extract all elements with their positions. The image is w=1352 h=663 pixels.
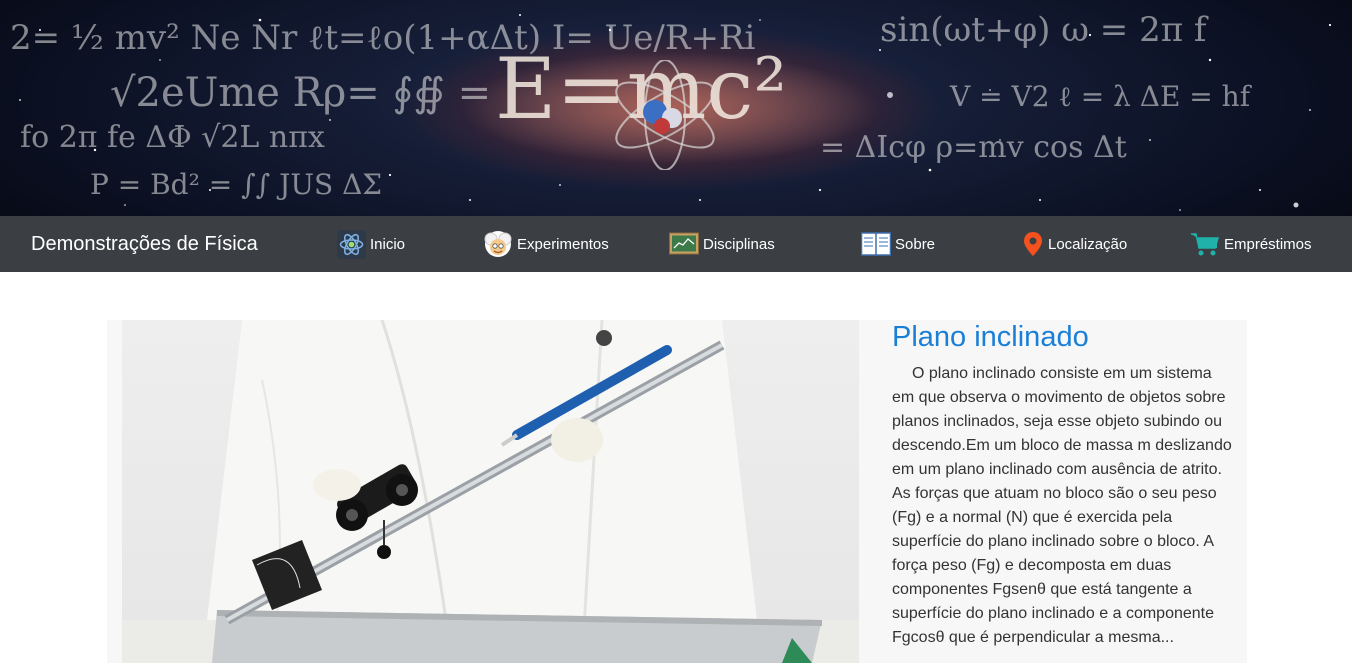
scientist-icon (483, 230, 513, 258)
nav-item-label: Localização (1048, 235, 1128, 253)
atom-illustration (615, 60, 715, 170)
banner-formula: = ΔIcφ ρ=mv cos Δt (820, 130, 1127, 165)
nav-item-label: Sobre (895, 235, 936, 253)
experiment-photo[interactable] (122, 320, 859, 663)
banner-formula: fo 2π fe ΔΦ √2L nπx (20, 120, 325, 155)
nav-item-disciplinas[interactable]: Disciplinas (669, 216, 775, 272)
nav-item-label: Disciplinas (703, 235, 775, 253)
nav-item-inicio[interactable]: Inicio (337, 216, 405, 272)
nav-item-label: Inicio (370, 235, 406, 253)
atom-icon (337, 229, 366, 259)
banner-formula: sin(ωt+φ) ω = 2π f (880, 10, 1207, 50)
nav-item-label: Empréstimos (1224, 235, 1312, 253)
chart-board-icon (669, 232, 699, 256)
shopping-cart-icon (1190, 231, 1220, 257)
nav-item-emprestimos[interactable]: Empréstimos (1190, 216, 1312, 272)
nav-item-sobre[interactable]: Sobre (861, 216, 935, 272)
experiment-description: O plano inclinado consiste em um sistema… (892, 365, 1232, 646)
nav-item-localizacao[interactable]: Localização (1022, 216, 1127, 272)
header-banner: 2= ½ mv² Ne Nr ℓt=ℓo(1+αΔt) I= Ue/R+Ri √… (0, 0, 1352, 216)
experiment-card: Plano inclinado O plano inclinado consis… (107, 320, 1247, 663)
nav-item-experimentos[interactable]: Experimentos (483, 216, 609, 272)
banner-formula: √2eUme Rρ= ∮∯ = (110, 70, 492, 116)
experiment-title[interactable]: Plano inclinado (892, 320, 1089, 354)
banner-formula: V = V2 ℓ = λ ΔE = hf (950, 80, 1251, 113)
open-book-icon (861, 231, 891, 257)
nav-item-label: Experimentos (517, 235, 609, 253)
navbar-brand[interactable]: Demonstrações de Física (31, 216, 258, 272)
banner-formula: P = Bd² = ∫∫ JUS ΔΣ (90, 168, 383, 201)
main-navbar: Demonstrações de Física Inicio Experimen… (0, 216, 1352, 272)
map-pin-icon (1022, 231, 1044, 257)
